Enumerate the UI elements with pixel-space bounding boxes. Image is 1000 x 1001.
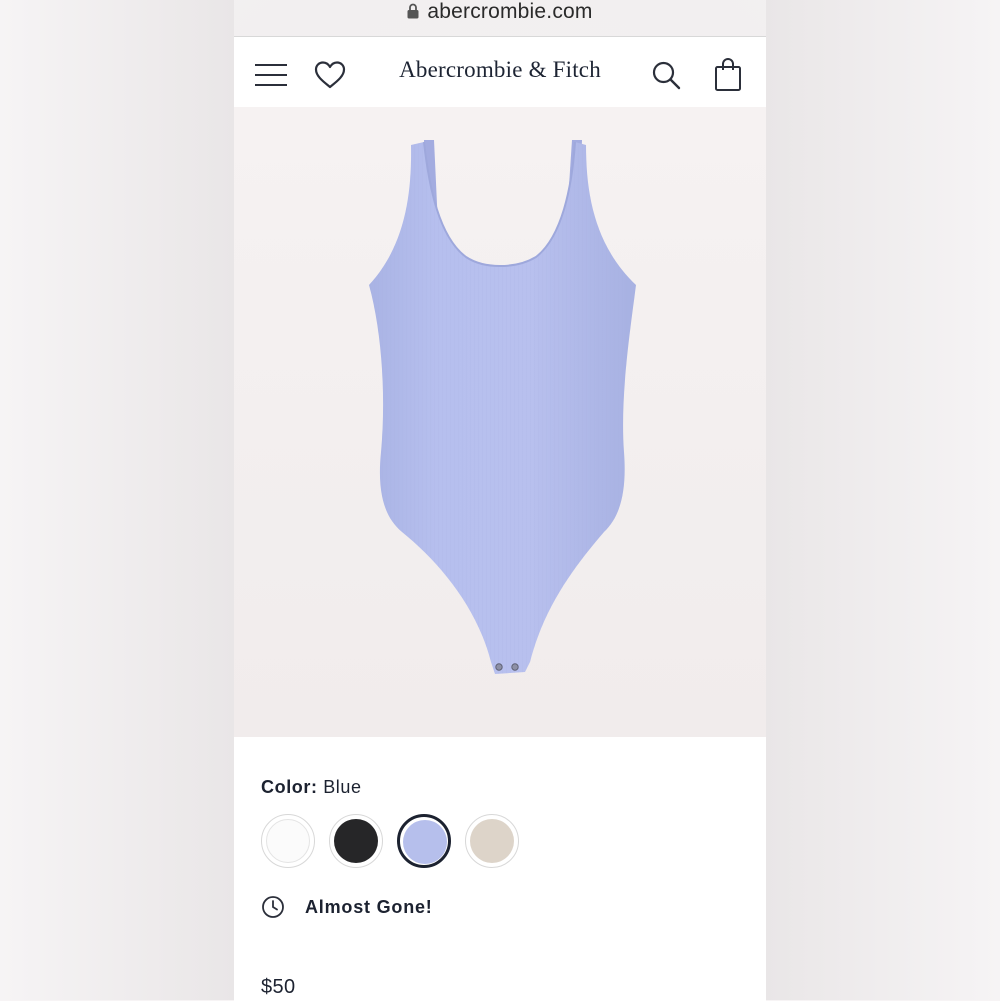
selected-color-name: Blue xyxy=(323,777,362,797)
url-text: abercrombie.com xyxy=(427,0,593,23)
shopping-bag-icon xyxy=(715,58,741,91)
color-label: Color: Blue xyxy=(261,777,362,798)
wishlist-button[interactable] xyxy=(312,57,348,93)
clock-icon xyxy=(262,896,284,918)
stock-status: Almost Gone! xyxy=(261,895,433,919)
swatch-blue[interactable] xyxy=(397,814,451,868)
swatch-blue-color xyxy=(403,820,447,864)
lock-icon xyxy=(407,3,419,19)
stock-status-text: Almost Gone! xyxy=(305,896,433,917)
color-swatches xyxy=(261,814,519,868)
menu-icon xyxy=(255,64,287,86)
mobile-page: Abercrombie & Fitch Color: Blue Almost G… xyxy=(234,36,766,1001)
product-price: $50 xyxy=(261,976,296,998)
color-label-title: Color: xyxy=(261,777,318,797)
swatch-black-color xyxy=(334,819,378,863)
swatch-tan-color xyxy=(470,819,514,863)
swatch-white[interactable] xyxy=(261,814,315,868)
menu-button[interactable] xyxy=(252,59,290,91)
address-bar[interactable]: abercrombie.com xyxy=(0,0,1000,24)
cart-button[interactable] xyxy=(708,55,748,95)
search-button[interactable] xyxy=(648,57,684,93)
site-header: Abercrombie & Fitch xyxy=(234,37,766,107)
swatch-white-color xyxy=(266,819,310,863)
swatch-black[interactable] xyxy=(329,814,383,868)
brand-logo[interactable]: Abercrombie & Fitch xyxy=(374,57,626,83)
product-image[interactable] xyxy=(234,107,766,737)
bodysuit-image xyxy=(369,140,636,674)
heart-icon xyxy=(314,61,346,89)
swatch-tan[interactable] xyxy=(465,814,519,868)
search-icon xyxy=(652,61,681,90)
